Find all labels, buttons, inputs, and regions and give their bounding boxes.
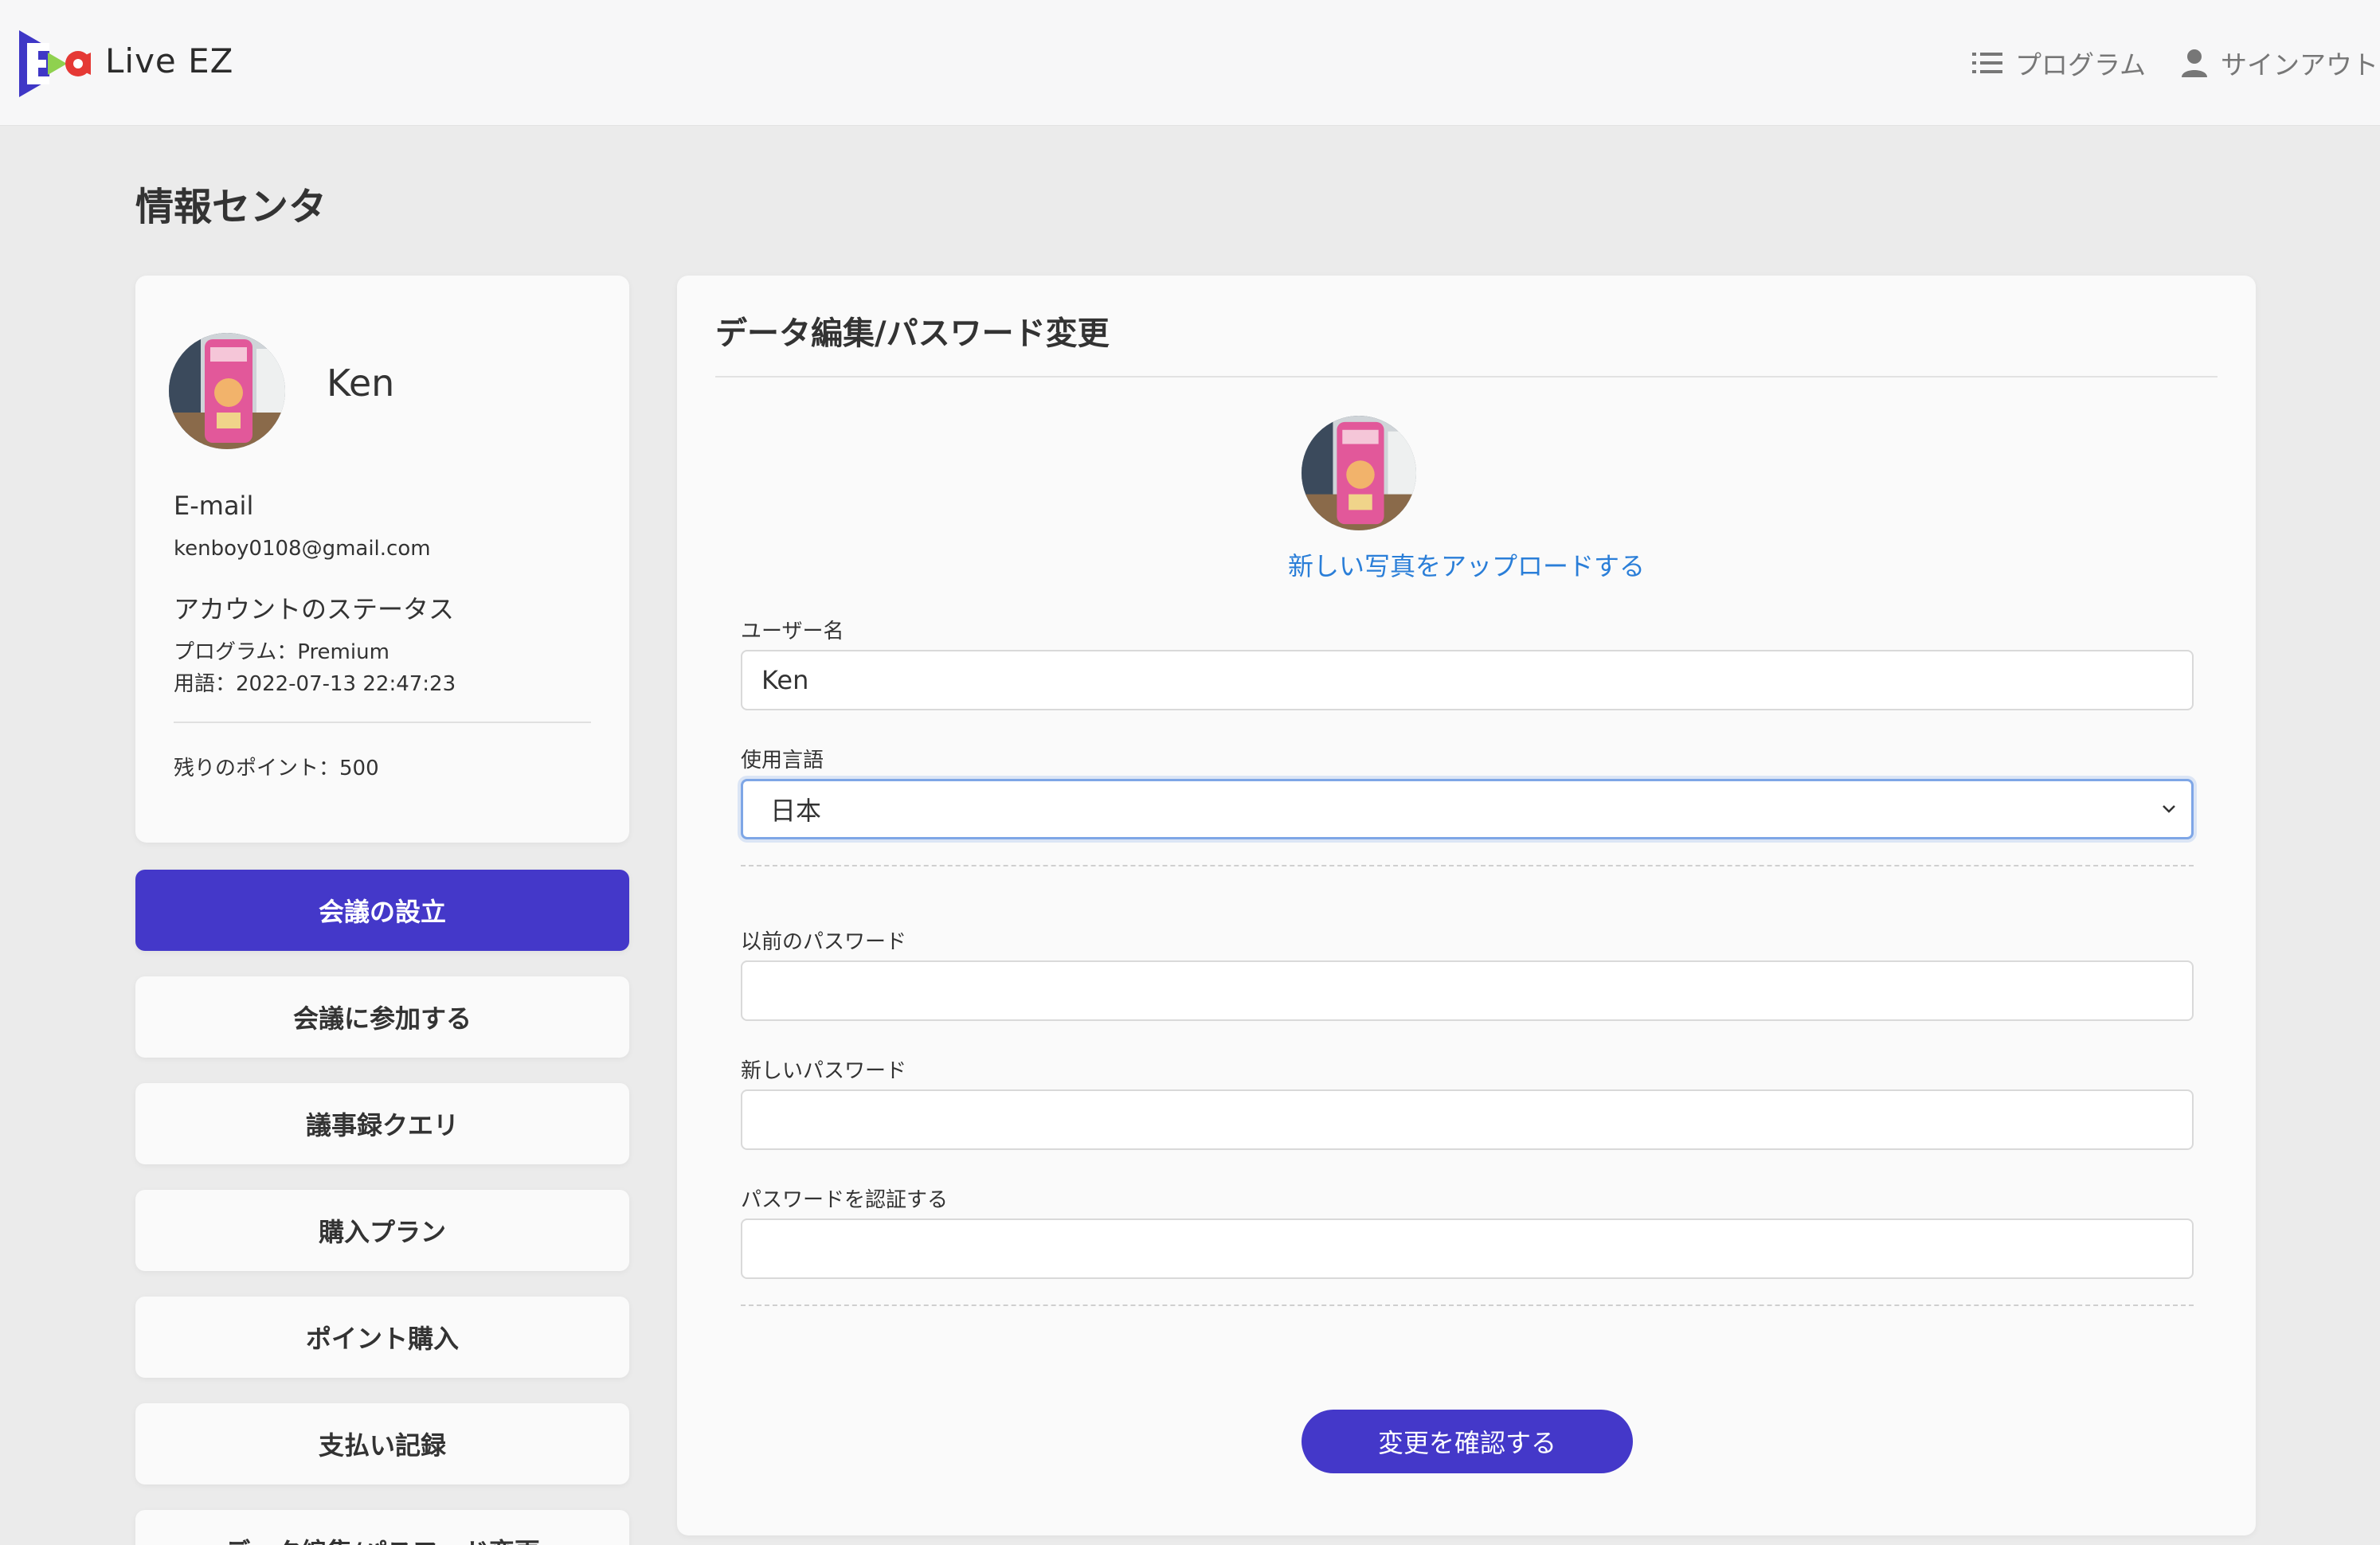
page-title: 情報センタ	[135, 185, 327, 229]
section-divider	[741, 1304, 2194, 1306]
edit-profile-card: データ編集/パスワード変更 新しい写真をアップロードする ユーザー名 Ken 使…	[677, 276, 2256, 1535]
new-password-label: 新しいパスワード	[741, 1059, 907, 1083]
username-value: Ken	[761, 665, 809, 695]
section-divider	[741, 865, 2194, 866]
menu-purchase-plan-button[interactable]: 購入プラン	[135, 1190, 629, 1271]
profile-card: Ken E-mail kenboy0108@gmail.com アカウントのステ…	[135, 276, 629, 843]
nav-signout-label: サインアウト	[2221, 49, 2378, 80]
language-label: 使用言語	[741, 749, 824, 772]
brand-name: Live EZ	[105, 41, 234, 80]
program-line: プログラム：Premium	[174, 640, 389, 664]
confirm-password-field[interactable]	[741, 1218, 2194, 1279]
menu-payment-history-button[interactable]: 支払い記録	[135, 1403, 629, 1484]
confirm-changes-button[interactable]: 変更を確認する	[1302, 1410, 1633, 1473]
nav-signout[interactable]: サインアウト	[2181, 43, 2378, 83]
nav-program[interactable]: プログラム	[1972, 43, 2146, 83]
menu-purchase-points-button[interactable]: ポイント購入	[135, 1297, 629, 1378]
live-ez-logo[interactable]	[18, 29, 97, 99]
username-input[interactable]: Ken	[741, 650, 2194, 710]
menu-create-meeting-button[interactable]: 会議の設立	[135, 870, 629, 951]
term-line: 用語：2022-07-13 22:47:23	[174, 672, 456, 696]
divider	[174, 722, 591, 723]
username-label: ユーザー名	[741, 620, 844, 643]
upload-photo-link[interactable]: 新しい写真をアップロードする	[677, 546, 2256, 583]
confirm-password-label: パスワードを認証する	[741, 1188, 949, 1212]
menu-minutes-query-button[interactable]: 議事録クエリ	[135, 1083, 629, 1164]
menu-edit-data-button[interactable]: データ編集/パスワード変更	[135, 1510, 629, 1545]
language-select[interactable]: 日本	[741, 779, 2194, 839]
email-value: kenboy0108@gmail.com	[174, 537, 431, 561]
user-icon	[2182, 49, 2207, 77]
email-label: E-mail	[174, 491, 254, 521]
profile-name: Ken	[327, 362, 395, 405]
points-line: 残りのポイント：500	[174, 757, 379, 780]
profile-photo	[1302, 416, 1416, 530]
avatar	[169, 333, 285, 449]
old-password-field[interactable]	[741, 960, 2194, 1021]
new-password-field[interactable]	[741, 1089, 2194, 1150]
top-header: Live EZ プログラム サインアウト	[0, 0, 2380, 126]
list-icon	[1972, 53, 2002, 73]
menu-join-meeting-button[interactable]: 会議に参加する	[135, 976, 629, 1058]
title-divider	[715, 376, 2218, 377]
language-value: 日本	[770, 796, 822, 826]
chevron-down-icon	[2163, 805, 2175, 813]
account-status-label: アカウントのステータス	[174, 594, 455, 624]
old-password-label: 以前のパスワード	[741, 930, 907, 954]
nav-program-label: プログラム	[2015, 49, 2147, 80]
form-title: データ編集/パスワード変更	[715, 315, 1110, 352]
